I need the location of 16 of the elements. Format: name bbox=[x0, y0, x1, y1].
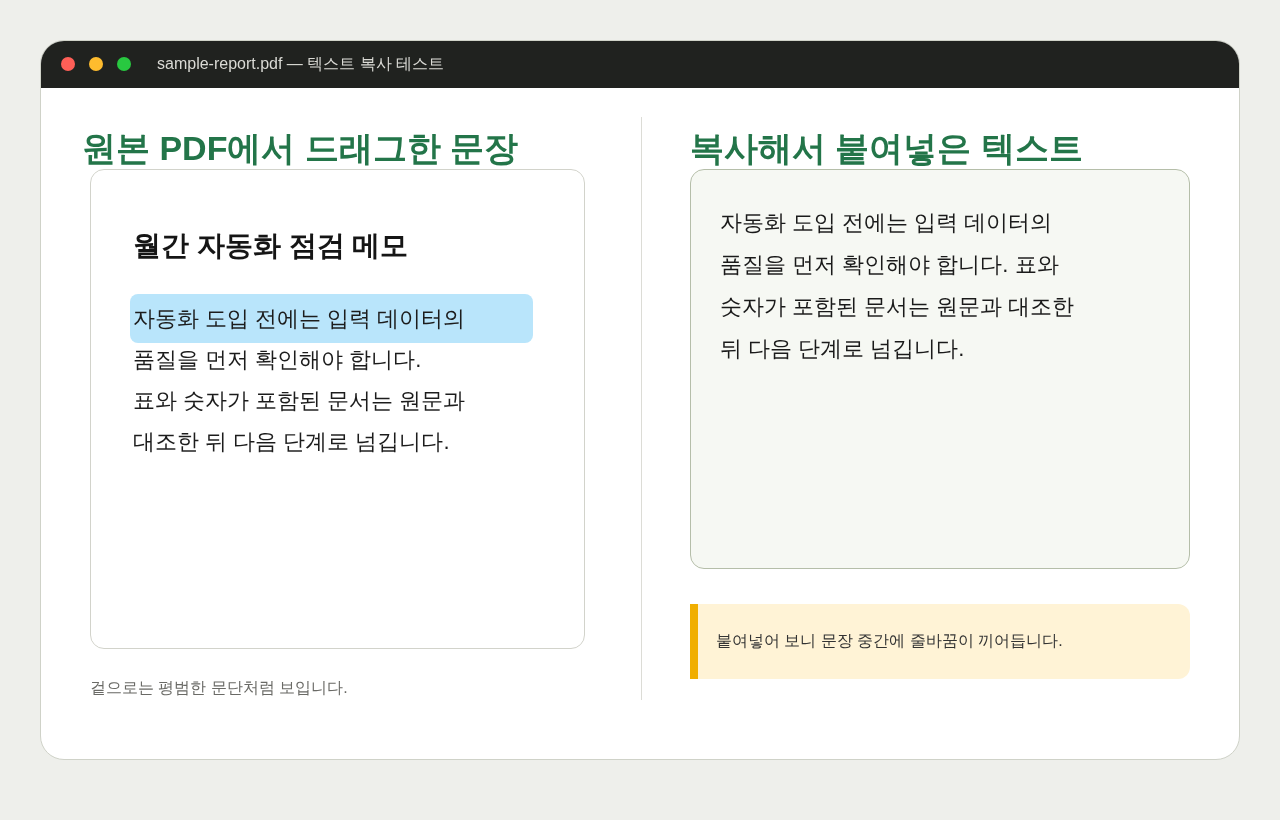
text-line: 대조한 뒤 다음 단계로 넘깁니다. bbox=[133, 428, 451, 456]
text-line: 뒤 다음 단계로 넘깁니다. bbox=[720, 335, 966, 363]
section-heading: 원본 PDF에서 드래그한 문장 bbox=[82, 128, 520, 168]
text-line: 품질을 먼저 확인해야 합니다. 표와 bbox=[720, 251, 1060, 279]
maximize-icon[interactable] bbox=[117, 57, 131, 71]
document-title: 월간 자동화 점검 메모 bbox=[133, 229, 410, 263]
note-callout: 붙여넣어 보니 문장 중간에 줄바꿈이 끼어듭니다. bbox=[690, 604, 1190, 679]
text-line: 품질을 먼저 확인해야 합니다. bbox=[133, 346, 423, 374]
text-line: 표와 숫자가 포함된 문서는 원문과 bbox=[133, 387, 467, 415]
close-icon[interactable] bbox=[61, 57, 75, 71]
caption: 겉으로는 평범한 문단처럼 보입니다. bbox=[90, 678, 349, 698]
text-line: 자동화 도입 전에는 입력 데이터의 bbox=[720, 209, 1054, 237]
section-heading: 복사해서 붙여넣은 텍스트 bbox=[690, 128, 1084, 168]
text-line: 숫자가 포함된 문서는 원문과 대조한 bbox=[720, 293, 1076, 321]
window-title: sample-report.pdf — 텍스트 복사 테스트 bbox=[157, 54, 445, 74]
minimize-icon[interactable] bbox=[89, 57, 103, 71]
